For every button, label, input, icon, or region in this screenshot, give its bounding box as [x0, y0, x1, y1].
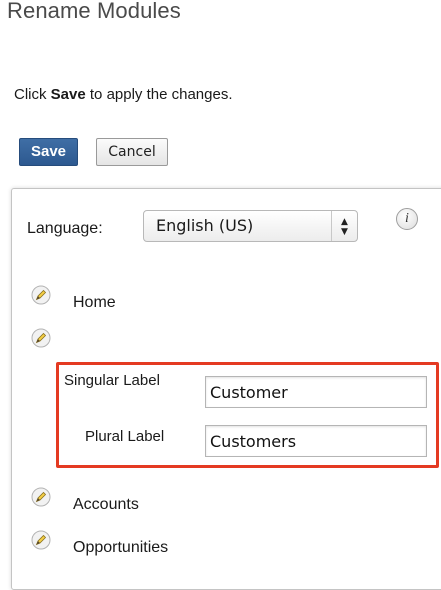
pencil-icon[interactable]: [31, 487, 51, 507]
save-button[interactable]: Save: [19, 138, 78, 166]
module-label-opportunities: Opportunities: [73, 539, 169, 556]
instruction-text: Click Save to apply the changes.: [14, 86, 233, 103]
info-icon[interactable]: i: [396, 208, 418, 230]
pencil-icon[interactable]: [31, 328, 51, 348]
instruction-bold: Save: [50, 86, 86, 103]
instruction-prefix: Click: [14, 86, 51, 103]
language-selected-value: English (US): [156, 216, 254, 235]
select-arrows-icon: ▲ ▼: [331, 211, 357, 241]
module-label-home: Home: [73, 294, 116, 311]
module-label-accounts: Accounts: [73, 496, 139, 513]
pencil-icon[interactable]: [31, 285, 51, 305]
plural-label-input[interactable]: [205, 425, 427, 457]
page-title: Rename Modules: [7, 0, 181, 23]
instruction-suffix: to apply the changes.: [85, 86, 233, 103]
singular-label-input[interactable]: [205, 376, 427, 408]
singular-label: Singular Label: [64, 372, 160, 389]
cancel-button[interactable]: Cancel: [96, 138, 168, 166]
language-label: Language:: [27, 220, 103, 237]
pencil-icon[interactable]: [31, 530, 51, 550]
plural-label: Plural Label: [85, 428, 165, 445]
language-select[interactable]: English (US) ▲ ▼: [143, 210, 358, 242]
